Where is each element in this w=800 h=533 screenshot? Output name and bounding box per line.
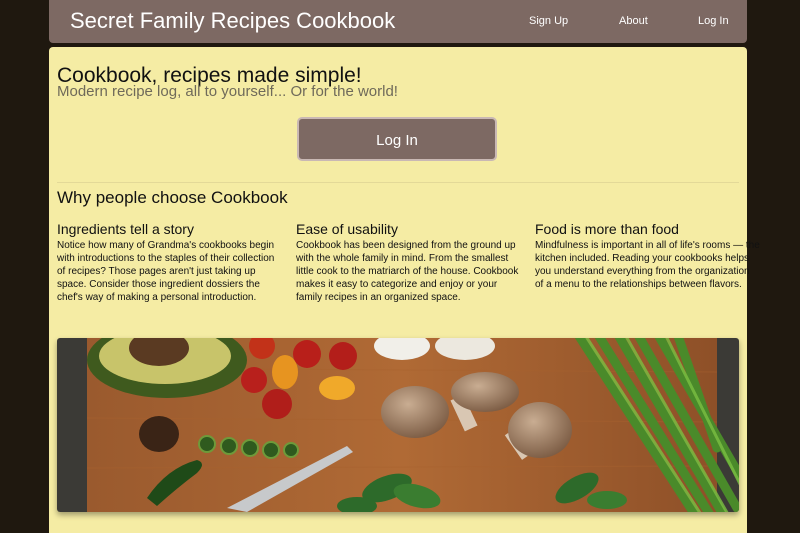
yellow-tomato: [272, 355, 298, 389]
hero-subtitle: Modern recipe log, all to yourself... Or…: [57, 83, 398, 100]
mushroom: [381, 386, 449, 438]
feature-food: Food is more than food Mindfulness is im…: [535, 221, 760, 291]
nav-link-sign-up[interactable]: Sign Up: [529, 15, 568, 27]
vegetables-photo: [57, 338, 739, 512]
section-divider: [57, 182, 739, 183]
mushroom: [508, 402, 572, 458]
section-heading: Why people choose Cookbook: [57, 188, 288, 207]
main-content: Cookbook, recipes made simple! Modern re…: [49, 47, 760, 533]
feature-body: Mindfulness is important in all of life'…: [535, 240, 760, 290]
nav-link-about[interactable]: About: [619, 15, 648, 27]
tomato: [293, 340, 321, 368]
navbar: Secret Family Recipes Cookbook Sign Up A…: [49, 0, 747, 43]
page-frame: Secret Family Recipes Cookbook Sign Up A…: [49, 0, 760, 533]
feature-title: Ease of usability: [296, 221, 398, 237]
brand-title[interactable]: Secret Family Recipes Cookbook: [70, 8, 395, 34]
feature-title: Food is more than food: [535, 221, 679, 237]
tomato: [262, 389, 292, 419]
feature-title: Ingredients tell a story: [57, 221, 194, 237]
feature-body: Cookbook has been designed from the grou…: [296, 240, 519, 303]
nav-link-log-in[interactable]: Log In: [698, 15, 729, 27]
mushroom: [451, 372, 519, 412]
vegetables-illustration: [57, 338, 739, 512]
yellow-tomato: [319, 376, 355, 400]
log-in-button[interactable]: Log In: [297, 117, 497, 161]
feature-body: Notice how many of Grandma's cookbooks b…: [57, 240, 275, 303]
tomato: [329, 342, 357, 370]
tomato: [241, 367, 267, 393]
feature-ingredients: Ingredients tell a story Notice how many…: [57, 221, 282, 304]
feature-usability: Ease of usability Cookbook has been desi…: [296, 221, 521, 304]
